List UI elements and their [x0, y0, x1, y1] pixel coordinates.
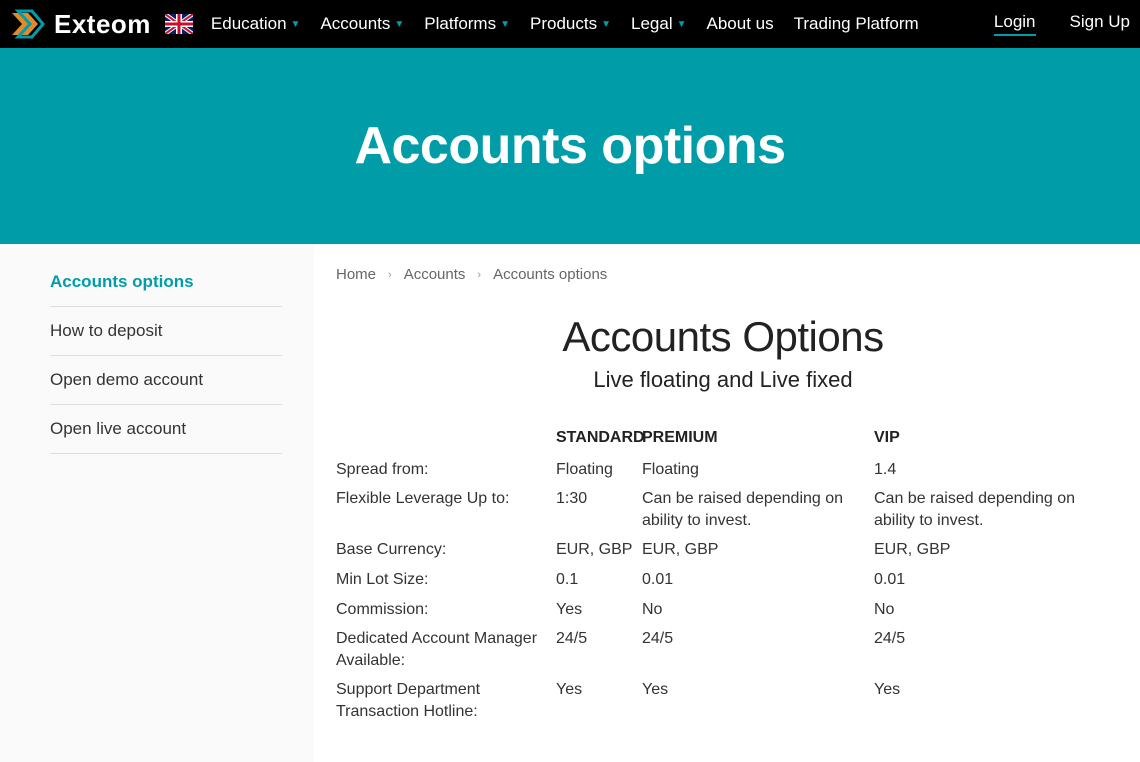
row-value: Floating [556, 455, 642, 485]
row-value: 24/5 [642, 624, 874, 675]
table-row: Dedicated Account Manager Available:24/5… [336, 624, 1110, 675]
row-value: No [874, 595, 1110, 625]
table-row: Flexible Leverage Up to:1:30Can be raise… [336, 484, 1110, 535]
table-header: PREMIUM [642, 423, 874, 455]
chevron-right-icon: › [388, 269, 392, 281]
chevron-down-icon: ▼ [601, 19, 611, 30]
logo-text: Exteom [54, 9, 151, 40]
sidebar-item-open-live-account[interactable]: Open live account [50, 405, 282, 454]
row-label: Min Lot Size: [336, 565, 556, 595]
uk-flag-icon[interactable] [165, 14, 193, 34]
signup-link[interactable]: Sign Up [1070, 12, 1130, 36]
row-value: 24/5 [556, 624, 642, 675]
nav-item-platforms[interactable]: Platforms▼ [424, 14, 510, 34]
nav-item-accounts[interactable]: Accounts▼ [320, 14, 404, 34]
page-body: Accounts optionsHow to depositOpen demo … [0, 244, 1140, 762]
row-value: Can be raised depending on ability to in… [642, 484, 874, 535]
row-value: Floating [642, 455, 874, 485]
hero-title: Accounts options [354, 116, 785, 176]
row-value: Yes [556, 675, 642, 726]
row-value: EUR, GBP [556, 535, 642, 565]
breadcrumb-item[interactable]: Home [336, 266, 376, 283]
sidebar: Accounts optionsHow to depositOpen demo … [0, 244, 314, 762]
hero-banner: Accounts options [0, 48, 1140, 244]
top-header: Exteom Education▼ Accounts▼ Platforms▼ Prod… [0, 0, 1140, 48]
logo-arrow-icon [10, 9, 46, 39]
row-value: Yes [556, 595, 642, 625]
content-heading: Accounts Options [336, 313, 1110, 361]
row-value: 1:30 [556, 484, 642, 535]
row-value: 0.01 [642, 565, 874, 595]
chevron-down-icon: ▼ [394, 19, 404, 30]
sidebar-item-accounts-options[interactable]: Accounts options [50, 258, 282, 307]
chevron-down-icon: ▼ [500, 19, 510, 30]
row-label: Base Currency: [336, 535, 556, 565]
row-label: Commission: [336, 595, 556, 625]
nav-right: Login Sign Up [994, 12, 1130, 36]
row-value: 1.4 [874, 455, 1110, 485]
chevron-down-icon: ▼ [291, 19, 301, 30]
nav-item-education[interactable]: Education▼ [211, 14, 301, 34]
row-value: EUR, GBP [642, 535, 874, 565]
chevron-right-icon: › [477, 269, 481, 281]
table-header: VIP [874, 423, 1110, 455]
table-header [336, 423, 556, 455]
row-label: Support Department Transaction Hotline: [336, 675, 556, 726]
login-link[interactable]: Login [994, 12, 1036, 36]
main-content: Home › Accounts › Accounts options Accounts … [314, 244, 1140, 762]
table-row: Base Currency:EUR, GBPEUR, GBPEUR, GBP [336, 535, 1110, 565]
row-value: EUR, GBP [874, 535, 1110, 565]
row-value: 24/5 [874, 624, 1110, 675]
row-value: Yes [874, 675, 1110, 726]
main-nav: Education▼ Accounts▼ Platforms▼ Products▼ Le… [211, 14, 994, 34]
nav-item-trading-platform[interactable]: Trading Platform [794, 14, 919, 34]
row-value: Yes [642, 675, 874, 726]
breadcrumb-item: Accounts options [493, 266, 607, 283]
row-value: 0.1 [556, 565, 642, 595]
table-row: Commission:YesNoNo [336, 595, 1110, 625]
sidebar-item-how-to-deposit[interactable]: How to deposit [50, 307, 282, 356]
sidebar-item-open-demo-account[interactable]: Open demo account [50, 356, 282, 405]
table-row: Spread from:FloatingFloating1.4 [336, 455, 1110, 485]
row-label: Dedicated Account Manager Available: [336, 624, 556, 675]
table-row: Support Department Transaction Hotline:Y… [336, 675, 1110, 726]
nav-item-legal[interactable]: Legal▼ [631, 14, 687, 34]
nav-item-about-us[interactable]: About us [707, 14, 774, 34]
row-value: Can be raised depending on ability to in… [874, 484, 1110, 535]
row-label: Flexible Leverage Up to: [336, 484, 556, 535]
table-row: Min Lot Size:0.10.010.01 [336, 565, 1110, 595]
content-subheading: Live floating and Live fixed [336, 367, 1110, 393]
row-value: No [642, 595, 874, 625]
nav-item-products[interactable]: Products▼ [530, 14, 611, 34]
breadcrumb: Home › Accounts › Accounts options [336, 266, 1110, 283]
accounts-table: STANDARDPREMIUMVIP Spread from:FloatingF… [336, 423, 1110, 727]
chevron-down-icon: ▼ [677, 19, 687, 30]
table-header: STANDARD [556, 423, 642, 455]
row-value: 0.01 [874, 565, 1110, 595]
breadcrumb-item[interactable]: Accounts [404, 266, 466, 283]
logo[interactable]: Exteom [10, 9, 151, 40]
row-label: Spread from: [336, 455, 556, 485]
